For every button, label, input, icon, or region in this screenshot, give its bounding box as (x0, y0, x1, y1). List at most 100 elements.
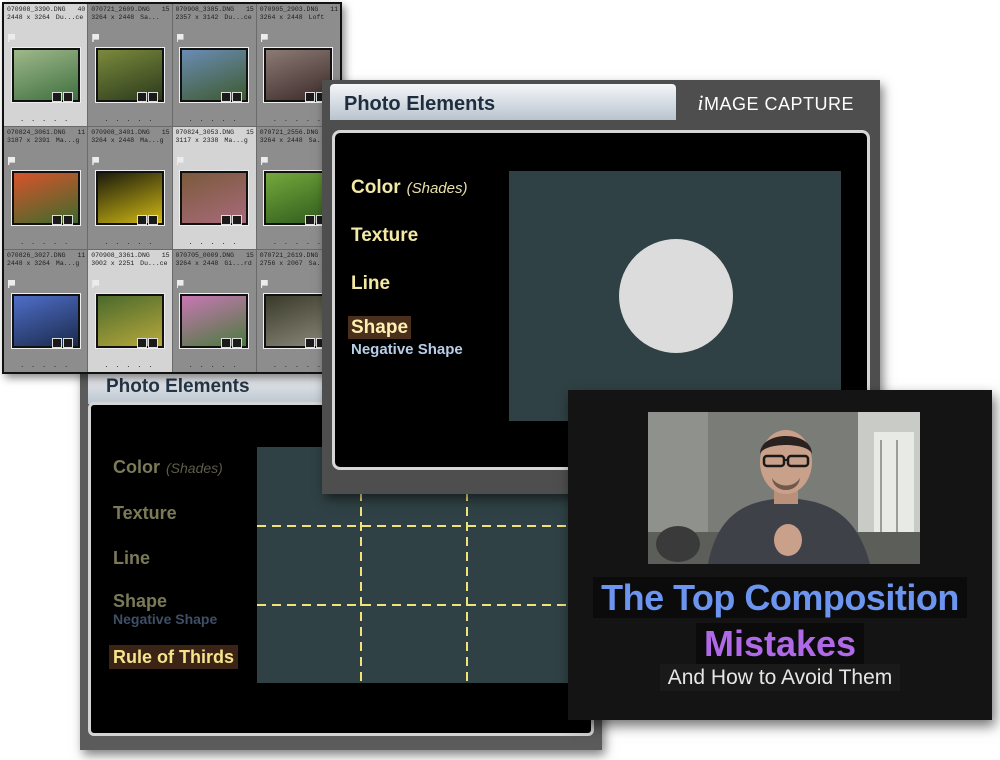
list-item-rule-of-thirds: Rule of Thirds (109, 645, 238, 669)
cell-number: 11 (77, 252, 86, 259)
cell-metadata: 070721_2609.DNG 15 3264 x 2448 Sa... (91, 6, 169, 22)
grid-cell[interactable]: 070824_3061.DNG 11 3187 x 2391 Ma...g . . . … (4, 127, 88, 249)
badge-icons (136, 92, 158, 102)
image-dimensions: 2357 x 3142 Du...ce (176, 14, 254, 22)
cell-metadata: 070905_2903.DNG 11 3264 x 2448 Loft (260, 6, 338, 22)
image-dimensions: 3002 x 2251 Du...ce (91, 260, 169, 268)
rating-dots[interactable]: . . . . . (173, 113, 256, 123)
flag-icon[interactable] (176, 157, 184, 165)
slide-title: Photo Elements (344, 93, 496, 115)
shape-panel (509, 171, 841, 421)
cell-number: 40 (77, 6, 86, 13)
crop-badge-icon (231, 92, 242, 102)
file-name: 070824_3053.DNG (175, 129, 235, 136)
rating-dots[interactable]: . . . . . (88, 236, 171, 246)
image-dimensions: 3264 x 2448 Sa... (91, 14, 169, 22)
rating-dots[interactable]: . . . . . (4, 113, 87, 123)
extra-text: Du...ce (224, 14, 252, 21)
list-item-negative-shape: Negative Shape (113, 611, 218, 627)
crop-badge-icon (147, 92, 158, 102)
rating-dots[interactable]: . . . . . (4, 236, 87, 246)
circle-shape (619, 239, 733, 353)
cell-metadata: 070908_3401.DNG 15 3264 x 2448 Ma...g (91, 129, 169, 145)
dims-text: 3002 x 2251 (91, 260, 135, 267)
grid-cell[interactable]: 070908_3390.DNG 40 2448 x 3264 Du...ce . . .… (4, 4, 88, 126)
image-dimensions: 2448 x 3264 Ma...g (7, 260, 85, 268)
cell-number: 15 (161, 252, 170, 259)
flag-icon[interactable] (260, 157, 268, 165)
crop-badge-icon (231, 215, 242, 225)
image-dimensions: 3264 x 2448 Ma...g (91, 137, 169, 145)
extra-text: Ma...g (55, 137, 80, 144)
rating-dots[interactable]: . . . . . (4, 359, 87, 369)
develop-badge-icon (220, 338, 231, 348)
extra-text: Ma...g (140, 137, 164, 144)
dims-text: 3264 x 2448 (259, 137, 303, 144)
list-item-texture: Texture (351, 225, 419, 246)
develop-badge-icon (136, 215, 147, 225)
develop-badge-icon (136, 92, 147, 102)
grid-cell[interactable]: 070705_0009.DNG 15 3264 x 2448 Gi...rd . . .… (172, 250, 256, 372)
develop-badge-icon (305, 92, 315, 102)
grid-cell[interactable]: 070826_3027.DNG 11 2448 x 3264 Ma...g . . . … (4, 250, 88, 372)
flag-icon[interactable] (92, 34, 100, 42)
file-name: 070905_2903.DNG (259, 6, 319, 13)
slide-title: Photo Elements (106, 376, 250, 397)
file-name: 070826_3027.DNG (7, 252, 66, 259)
cell-metadata: 070824_3061.DNG 11 3187 x 2391 Ma...g (7, 129, 85, 145)
grid-cell[interactable]: 070908_3385.DNG 15 2357 x 3142 Du...ce . . .… (172, 4, 256, 126)
image-dimensions: 3264 x 2448 Loft (260, 14, 338, 22)
flag-icon[interactable] (176, 280, 184, 288)
crop-badge-icon (63, 92, 74, 102)
develop-badge-icon (305, 215, 315, 225)
extra-text: Ma...g (224, 137, 248, 144)
badge-icons (52, 92, 74, 102)
list-item-shape: Shape (113, 591, 168, 611)
extra-text: Du...ce (140, 260, 168, 267)
flag-icon[interactable] (8, 34, 15, 42)
image-capture-logo: iMAGE CAPTURE (697, 90, 854, 115)
presenter-image (648, 412, 920, 564)
grid-cell[interactable]: 070824_3053.DNG 15 3117 x 2338 Ma...g . . . … (172, 127, 256, 249)
image-dimensions: 3187 x 2391 Ma...g (7, 137, 85, 145)
badge-icons (52, 215, 74, 225)
image-dimensions: 3117 x 2338 Ma...g (176, 137, 254, 145)
crop-badge-icon (147, 338, 158, 348)
cell-metadata: 070705_0009.DNG 15 3264 x 2448 Gi...rd (176, 252, 254, 268)
rating-dots[interactable]: . . . . . (88, 113, 171, 123)
list-item-negative-shape: Negative Shape (351, 341, 463, 358)
cell-number: 15 (245, 6, 254, 13)
grid-cell[interactable]: 070908_3401.DNG 15 3264 x 2448 Ma...g . . . … (88, 127, 172, 249)
video-thumbnail[interactable]: The Top Composition Mistakes And How to … (568, 390, 992, 720)
flag-icon[interactable] (176, 34, 184, 42)
rating-dots[interactable]: . . . . . (173, 236, 256, 246)
extra-text: Du...ce (55, 14, 84, 21)
cell-metadata: 070824_3053.DNG 15 3117 x 2338 Ma...g (176, 129, 254, 145)
flag-icon[interactable] (8, 157, 15, 165)
slide-tab: Photo Elements (330, 84, 676, 120)
file-name: 070908_3385.DNG (175, 6, 235, 13)
rating-dots[interactable]: . . . . . (173, 359, 256, 369)
develop-badge-icon (52, 215, 63, 225)
grid-cell[interactable]: 070908_3361.DNG 15 3002 x 2251 Du...ce . . .… (88, 250, 172, 372)
flag-icon[interactable] (8, 280, 15, 288)
grid-cell[interactable]: 070721_2609.DNG 15 3264 x 2448 Sa... . . . .… (88, 4, 172, 126)
flag-icon[interactable] (260, 280, 268, 288)
flag-icon[interactable] (92, 157, 100, 165)
cell-number: 15 (245, 129, 254, 136)
list-item-shape: Shape (348, 316, 412, 339)
video-subtitle: And How to Avoid Them (568, 664, 992, 691)
lightroom-grid: 070908_3390.DNG 40 2448 x 3264 Du...ce . . .… (2, 2, 342, 374)
badge-icons (136, 338, 158, 348)
list-item-texture: Texture (113, 503, 177, 523)
flag-icon[interactable] (260, 34, 268, 42)
file-name: 070908_3401.DNG (91, 129, 150, 136)
badge-icons (220, 215, 242, 225)
cell-number: 15 (161, 6, 170, 13)
extra-text: Gi...rd (224, 260, 252, 267)
rating-dots[interactable]: . . . . . (88, 359, 171, 369)
file-name: 070908_3390.DNG (7, 6, 66, 13)
list-item-color: Color (Shades) (351, 177, 468, 198)
video-title-line-2: Mistakes (568, 623, 992, 664)
flag-icon[interactable] (92, 280, 100, 288)
